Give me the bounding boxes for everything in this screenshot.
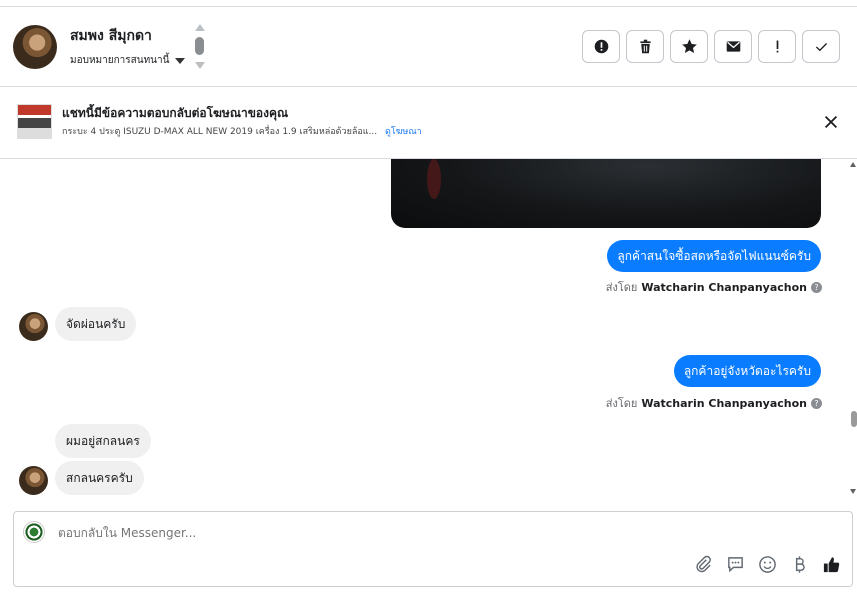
baht-icon — [795, 556, 805, 573]
saved-replies-button[interactable] — [725, 554, 746, 575]
scroll-thumb[interactable] — [851, 411, 857, 427]
scroll-up-icon[interactable] — [850, 162, 856, 167]
contact-message-avatar[interactable] — [19, 466, 48, 495]
report-button[interactable] — [582, 30, 620, 63]
incoming-message[interactable]: จัดผ่อนครับ — [55, 307, 137, 341]
scroll-down-icon[interactable] — [850, 489, 856, 494]
emoji-button[interactable] — [757, 554, 778, 575]
image-detail — [427, 159, 441, 199]
sent-by-label: ส่งโดย Watcharin Chanpanyachon ? — [606, 394, 822, 412]
mark-unread-button[interactable] — [714, 30, 752, 63]
sender-name: Watcharin Chanpanyachon — [641, 280, 807, 294]
page-avatar — [23, 521, 45, 543]
assign-label: มอบหมายการสนทนานี้ — [70, 55, 170, 66]
image-message[interactable] — [391, 159, 821, 228]
scroll-down-icon[interactable] — [195, 62, 205, 69]
thread-scrollbar[interactable] — [850, 159, 857, 502]
close-icon[interactable] — [822, 113, 840, 131]
attach-button[interactable] — [693, 554, 714, 575]
check-icon — [815, 43, 827, 52]
delete-button[interactable] — [626, 30, 664, 63]
exclamation-icon — [776, 40, 778, 53]
scroll-thumb[interactable] — [195, 37, 204, 55]
conversation-header: สมพง สีมุกดา มอบหมายการสนทนานี้ — [0, 7, 857, 87]
incoming-message[interactable]: สกลนครครับ — [55, 461, 144, 495]
header-scroller[interactable] — [194, 24, 206, 70]
incoming-message[interactable]: ผมอยู่สกลนคร — [55, 424, 151, 458]
sent-by-prefix: ส่งโดย — [605, 281, 638, 294]
reply-input[interactable] — [58, 526, 658, 540]
sent-by-prefix: ส่งโดย — [605, 397, 638, 410]
mark-important-button[interactable] — [758, 30, 796, 63]
star-icon — [681, 39, 697, 54]
assign-conversation-dropdown[interactable]: มอบหมายการสนทนานี้ — [70, 53, 186, 68]
reply-composer — [13, 511, 853, 587]
sender-name: Watcharin Chanpanyachon — [641, 396, 807, 410]
help-icon[interactable]: ? — [811, 281, 822, 293]
top-edge — [0, 0, 857, 7]
thumbs-up-icon — [823, 557, 840, 573]
sent-by-label: ส่งโดย Watcharin Chanpanyachon ? — [606, 278, 822, 296]
trash-icon — [639, 39, 651, 54]
like-button[interactable] — [821, 554, 842, 575]
contact-message-avatar[interactable] — [19, 312, 48, 341]
star-button[interactable] — [670, 30, 708, 63]
outgoing-message[interactable]: ลูกค้าอยู่จังหวัดอะไรครับ — [673, 355, 821, 387]
mark-done-button[interactable] — [802, 30, 840, 63]
outgoing-message[interactable]: ลูกค้าสนใจซื้อสดหรือจัดไฟแนนซ์ครับ — [607, 240, 821, 272]
view-ad-link[interactable]: ดูโฆษณา — [385, 127, 422, 137]
payment-button[interactable] — [789, 554, 810, 575]
ad-banner-subtitle: กระบะ 4 ประตู ISUZU D-MAX ALL NEW 2019 เ… — [62, 124, 422, 138]
contact-avatar[interactable] — [13, 25, 57, 69]
ad-description: กระบะ 4 ประตู ISUZU D-MAX ALL NEW 2019 เ… — [62, 127, 378, 137]
contact-name[interactable]: สมพง สีมุกดา — [70, 25, 152, 47]
ad-banner-title: แชทนี้มีข้อความตอบกลับต่อโฆษณาของคุณ — [62, 106, 289, 120]
chat-bubble-icon — [728, 557, 743, 573]
message-thread[interactable]: ลูกค้าสนใจซื้อสดหรือจัดไฟแนนซ์ครับ ส่งโด… — [0, 159, 857, 502]
composer-tools — [693, 554, 842, 575]
ad-thumbnail[interactable] — [17, 104, 52, 139]
caret-down-icon — [175, 57, 186, 64]
help-icon[interactable]: ? — [811, 397, 822, 409]
mail-icon — [726, 41, 740, 52]
paperclip-icon — [696, 555, 711, 573]
smiley-icon — [759, 556, 776, 573]
scroll-up-icon[interactable] — [195, 24, 205, 31]
report-icon — [594, 39, 608, 54]
ad-reply-banner: แชทนี้มีข้อความตอบกลับต่อโฆษณาของคุณ กระ… — [0, 88, 857, 159]
conversation-actions — [582, 30, 840, 63]
